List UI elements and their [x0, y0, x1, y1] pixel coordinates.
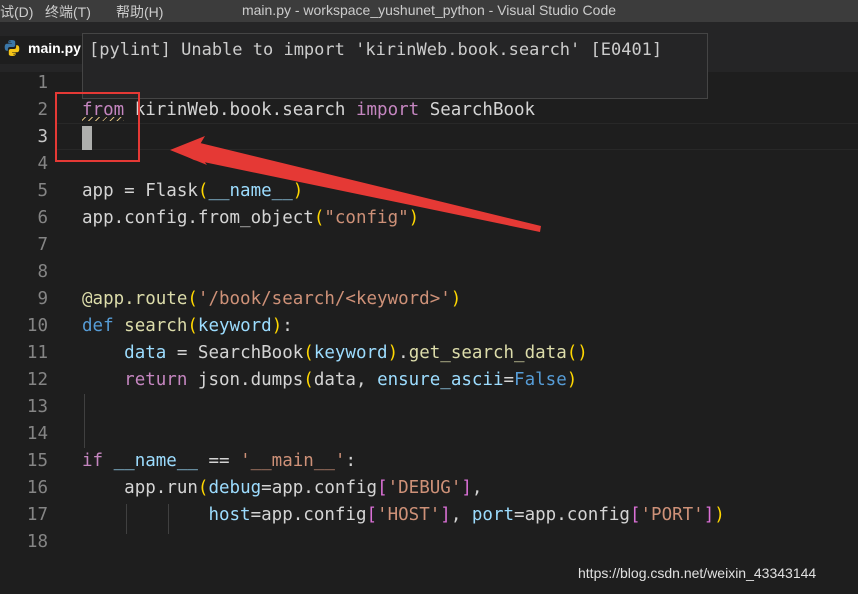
annotation-arrow — [170, 136, 541, 232]
watermark-text: https://blog.csdn.net/weixin_43343144 — [578, 565, 817, 581]
